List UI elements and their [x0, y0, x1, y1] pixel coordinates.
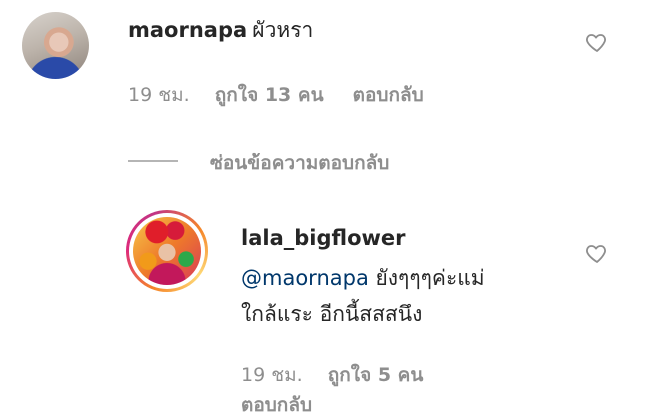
heart-icon[interactable]: [584, 241, 610, 265]
reply-button[interactable]: ตอบกลับ: [241, 390, 312, 420]
heart-icon[interactable]: [584, 30, 610, 54]
comment-time[interactable]: 19 ชม.: [241, 364, 303, 386]
avatar-maornapa[interactable]: [22, 12, 89, 79]
avatar-lala-bigflower[interactable]: [133, 217, 201, 285]
comment-time[interactable]: 19 ชม.: [128, 84, 190, 106]
comment-likes[interactable]: ถูกใจ 5 คน: [328, 364, 424, 386]
comment-meta: 19 ชม. ถูกใจ 13 คน ตอบกลับ: [128, 80, 424, 110]
comment-text-line-1: @maornapa ยังๆๆๆค่ะแม่: [241, 262, 485, 295]
comment-username[interactable]: maornapa: [128, 18, 247, 42]
mention-link[interactable]: @maornapa: [241, 266, 369, 290]
comment-text: ผัวหรา: [252, 18, 314, 42]
comment-likes[interactable]: ถูกใจ 13 คน: [215, 84, 324, 106]
replies-divider: [128, 160, 178, 162]
comment-text: ยังๆๆๆค่ะแม่: [368, 266, 485, 290]
comment-text-line-2: ใกล้แระ อีกนี้สสสนึง: [241, 302, 423, 326]
reply-button[interactable]: ตอบกลับ: [353, 84, 424, 106]
hide-replies-button[interactable]: ซ่อนข้อความตอบกลับ: [210, 148, 389, 178]
comment-username[interactable]: lala_bigflower: [241, 226, 406, 250]
comment-body: maornapa ผัวหรา: [128, 14, 313, 47]
comment-meta: 19 ชม. ถูกใจ 5 คน: [241, 360, 423, 390]
